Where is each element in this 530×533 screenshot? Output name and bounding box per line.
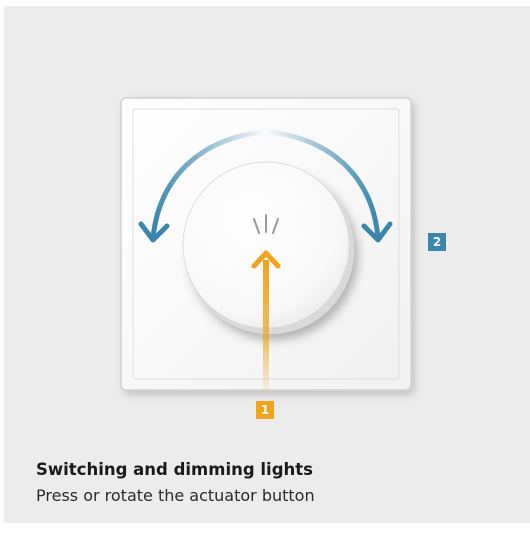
dimmer-illustration	[120, 97, 412, 398]
caption-subtitle: Press or rotate the actuator button	[36, 486, 315, 505]
caption-title: Switching and dimming lights	[36, 460, 313, 479]
press-marker-badge: 1	[256, 401, 274, 419]
rotate-marker-badge: 2	[428, 233, 446, 251]
caption: Switching and dimming lights Press or ro…	[36, 460, 315, 505]
